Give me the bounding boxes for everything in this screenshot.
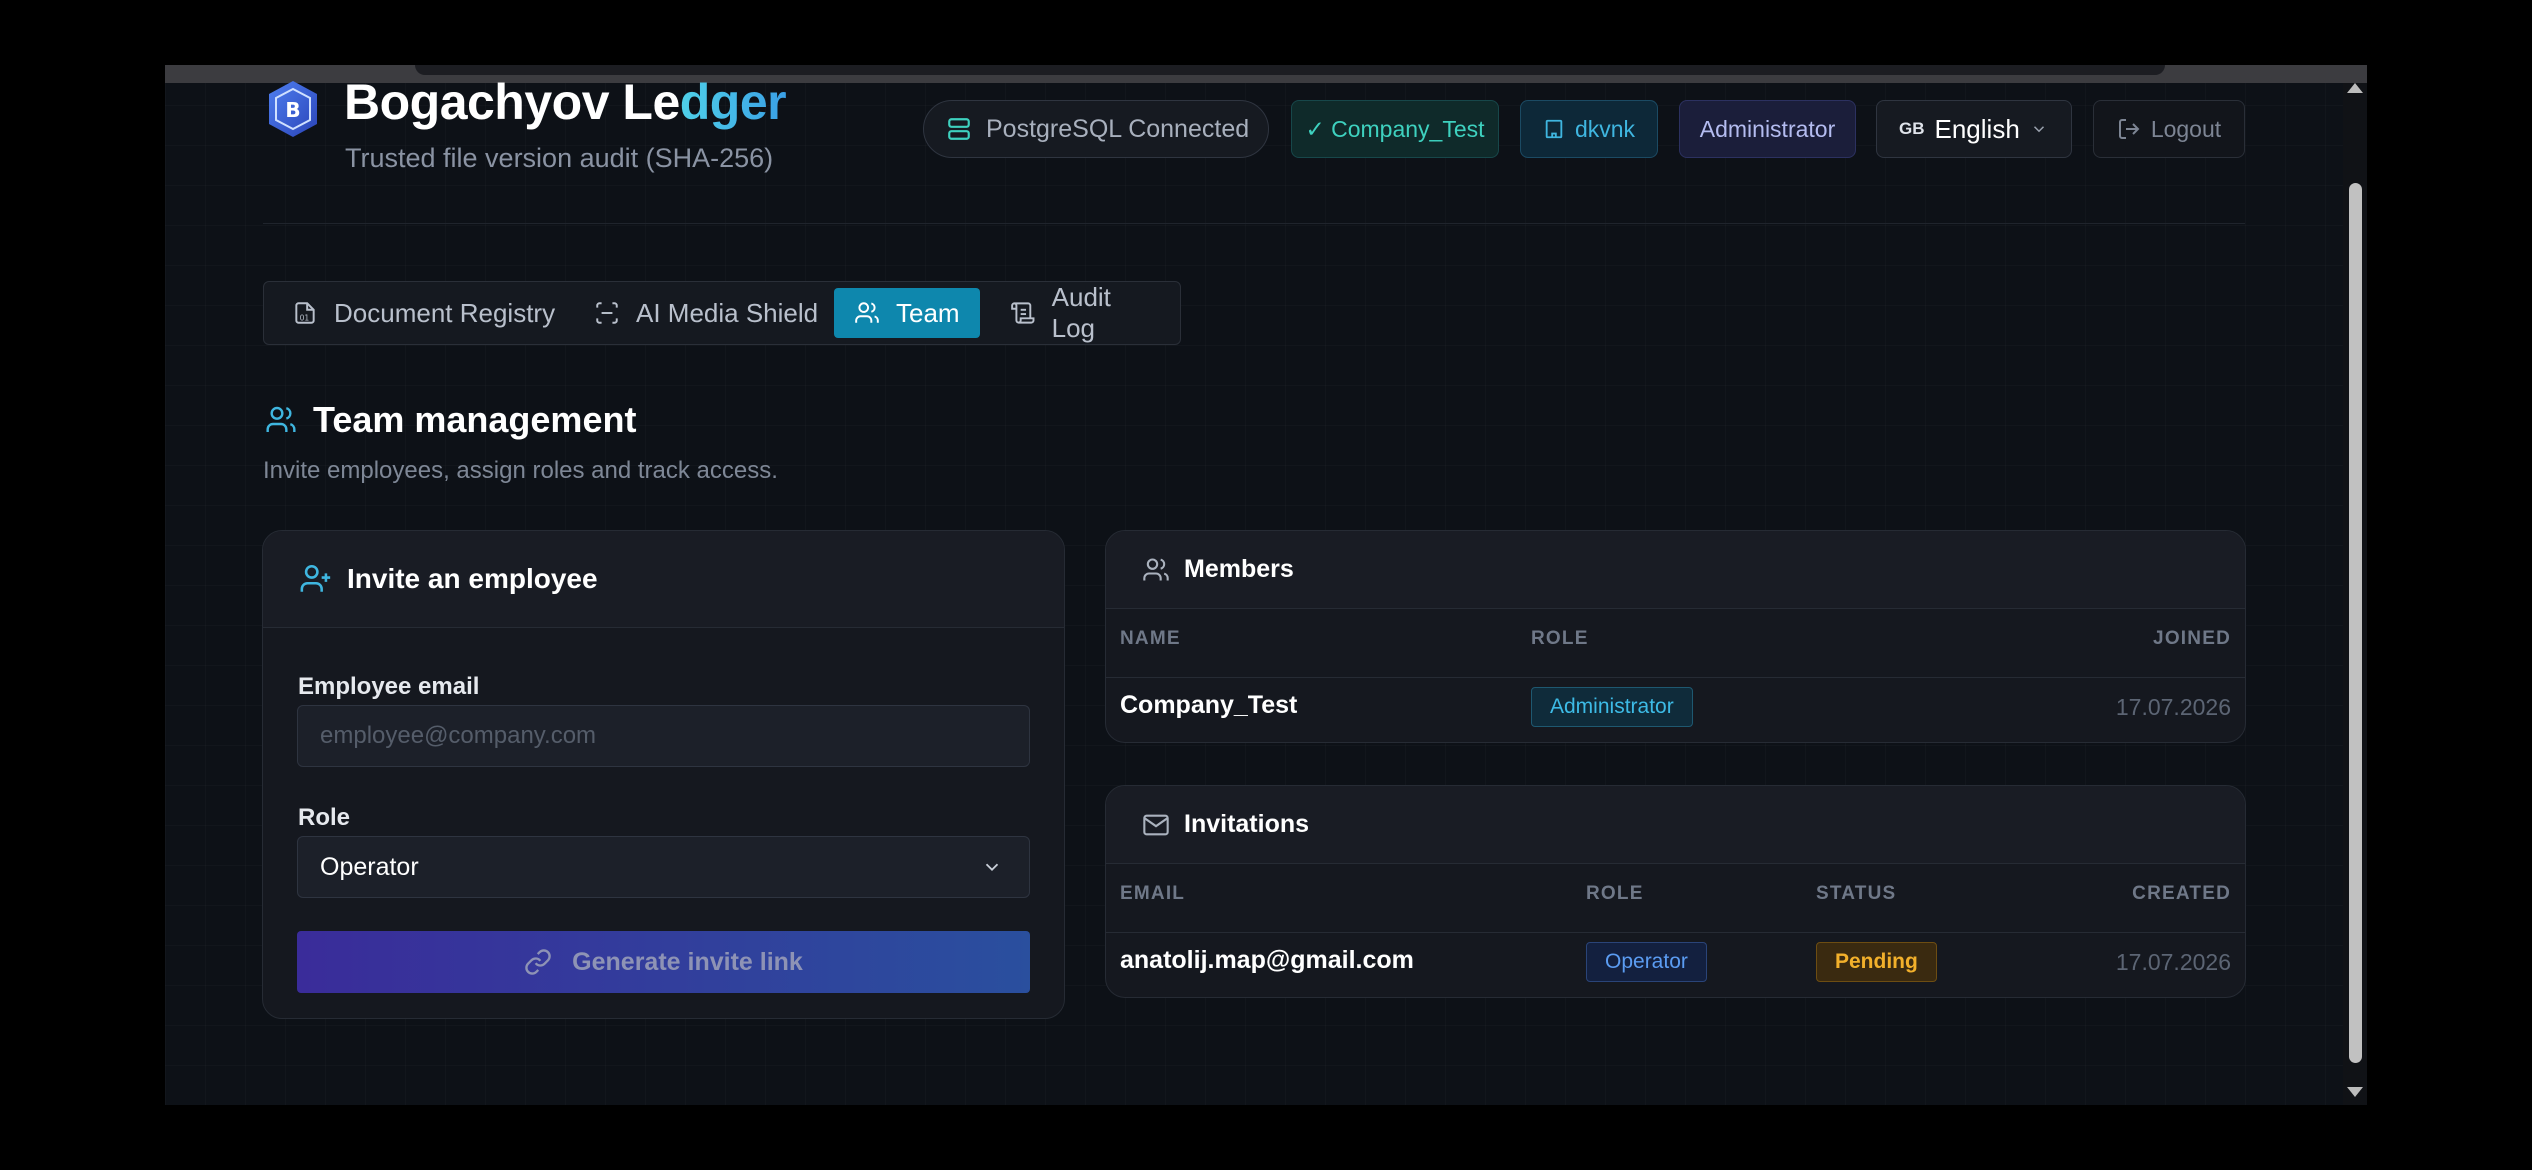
document-icon: 01 [295, 302, 315, 324]
column-header-name: NAME [1120, 628, 1181, 649]
mail-icon [1143, 814, 1169, 835]
chevron-down-icon [985, 863, 999, 872]
invitations-card-header: Invitations [1106, 786, 2245, 864]
member-name: Company_Test [1120, 691, 1298, 719]
main-tabs: 01 Document Registry AI Media Shield Tea… [263, 281, 1181, 345]
svg-text:B: B [285, 98, 300, 122]
user-plus-icon [300, 564, 331, 592]
role-label: Role [298, 804, 351, 831]
language-label: English [1934, 113, 2020, 144]
invitation-status-badge: Pending [1816, 942, 1937, 982]
logout-button[interactable]: Logout [2093, 100, 2245, 158]
vertical-scrollbar[interactable] [2343, 83, 2367, 1105]
member-joined: 17.07.2026 [2115, 694, 2231, 720]
scrollbar-thumb[interactable] [2349, 183, 2362, 1063]
invite-card: Invite an employee Employee email employ… [262, 530, 1065, 1019]
invitations-card: Invitations EMAIL ROLE STATUS CREATED an… [1105, 785, 2246, 998]
tab-document-registry[interactable]: 01 Document Registry [272, 288, 575, 338]
column-header-role: ROLE [1586, 883, 1644, 904]
users-icon [855, 302, 879, 323]
scroll-down-icon[interactable] [2347, 1087, 2363, 1097]
column-header-created: CREATED [2132, 883, 2231, 904]
invitation-email: anatolij.map@gmail.com [1120, 946, 1414, 974]
member-role-badge: Administrator [1531, 687, 1693, 727]
chevron-down-icon [2033, 126, 2044, 133]
table-header-divider [1106, 677, 2245, 678]
role-select-value: Operator [320, 852, 419, 881]
tab-label: AI Media Shield [636, 297, 819, 328]
tab-team[interactable]: Team [834, 288, 980, 338]
invitation-role-badge: Operator [1586, 942, 1707, 982]
section-title-label: Team management [313, 399, 637, 440]
generate-invite-label: Generate invite link [572, 947, 803, 976]
column-header-email: EMAIL [1120, 883, 1186, 904]
generate-invite-button[interactable]: Generate invite link [297, 931, 1030, 993]
column-header-joined: JOINED [2153, 628, 2231, 649]
link-icon [525, 949, 551, 975]
app-subtitle: Trusted file version audit (SHA-256) [345, 143, 774, 173]
scroll-icon [1011, 302, 1035, 324]
invitation-created: 17.07.2026 [2115, 949, 2231, 975]
logo-icon: B [269, 81, 317, 137]
building-icon [1545, 119, 1563, 139]
members-card: Members NAME ROLE JOINED Company_Test Ad… [1105, 530, 2246, 743]
db-status-badge: PostgreSQL Connected [923, 100, 1269, 158]
header-divider [263, 223, 2245, 224]
members-card-title: Members [1184, 555, 1294, 583]
section-subtitle: Invite employees, assign roles and track… [263, 457, 778, 484]
users-icon [266, 406, 296, 432]
tab-label: Team [896, 297, 960, 328]
email-field[interactable]: employee@company.com [297, 705, 1030, 767]
invitations-card-title: Invitations [1184, 810, 1310, 838]
tab-label: Audit Log [1051, 282, 1111, 343]
tab-label: Document Registry [334, 297, 556, 328]
email-label: Employee email [298, 673, 480, 700]
section-title: Team management [265, 399, 636, 441]
tab-audit-log[interactable]: Audit Log [990, 282, 1180, 343]
invite-card-header: Invite an employee [263, 531, 1064, 628]
column-header-role: ROLE [1531, 628, 1589, 649]
language-select[interactable]: GB English [1876, 100, 2072, 158]
user-badge[interactable]: dkvnk [1520, 100, 1658, 158]
db-status-label: PostgreSQL Connected [986, 114, 1250, 143]
company-badge: ✓ Company_Test [1291, 100, 1499, 158]
members-card-header: Members [1106, 531, 2245, 609]
users-icon [1143, 557, 1169, 580]
table-header-divider [1106, 932, 2245, 933]
tab-ai-media-shield[interactable]: AI Media Shield [574, 288, 838, 338]
flag-icon: GB [1899, 119, 1925, 138]
app-title: Bogachyov Ledger [344, 74, 787, 130]
logout-icon [2118, 119, 2140, 139]
invite-card-title: Invite an employee [347, 563, 598, 594]
column-header-status: STATUS [1816, 883, 1897, 904]
scan-icon [596, 302, 618, 324]
role-badge: Administrator [1679, 100, 1856, 158]
user-label: dkvnk [1574, 115, 1636, 142]
role-select[interactable]: Operator [297, 836, 1030, 898]
scroll-up-icon[interactable] [2347, 83, 2363, 93]
database-icon [948, 118, 970, 140]
logout-label: Logout [2150, 115, 2222, 142]
svg-text:01: 01 [300, 314, 310, 323]
app-viewport: B Bogachyov Ledger Trusted file version … [165, 65, 2367, 1105]
